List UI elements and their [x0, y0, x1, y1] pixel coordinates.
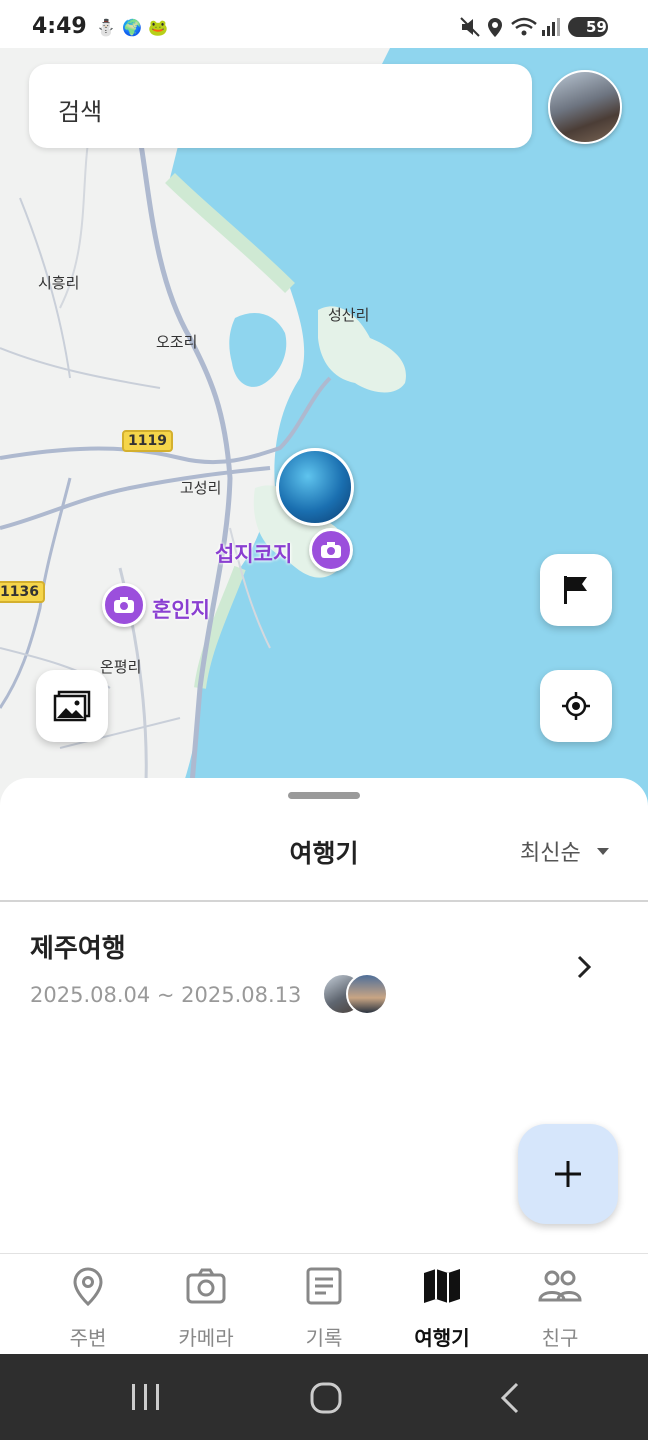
map-label-sihungni: 시흥리 [38, 274, 80, 292]
nav-item-label: 주변 [69, 1326, 107, 1350]
map-label-ojori: 오조리 [156, 333, 198, 351]
nav-item-label: 카메라 [178, 1326, 234, 1350]
flag-icon [564, 576, 587, 604]
bottom-nav: 주변 카메라 기록 여행기 친구 [0, 1253, 648, 1355]
gallery-button[interactable] [36, 670, 108, 742]
gallery-icon [53, 690, 91, 722]
camera-icon [186, 1268, 226, 1304]
poi-label-seopjikoji[interactable]: 섭지코지 [215, 538, 292, 568]
map-label-goseongri: 고성리 [180, 479, 222, 497]
app-notification-icon: 🐸 [148, 18, 168, 37]
trip-dates: 2025.08.04 ~ 2025.08.13 [30, 983, 302, 1007]
notification-icon: ⛄ [96, 18, 116, 37]
nav-item-camera[interactable]: 카메라 [147, 1254, 265, 1354]
list-item[interactable]: 제주여행 2025.08.04 ~ 2025.08.13 [0, 902, 648, 1032]
nav-item-travelogue[interactable]: 여행기 [383, 1254, 501, 1354]
status-time: 4:49 [32, 14, 87, 39]
poi-label-honinji[interactable]: 혼인지 [152, 594, 210, 624]
search-input[interactable]: 검색 [29, 64, 532, 148]
status-bar: 4:49 ⛄ 🌍 🐸 59 [0, 0, 648, 48]
nav-item-nearby[interactable]: 주변 [29, 1254, 147, 1354]
map-view[interactable]: 시흥리 오조리 성산리 고성리 온평리 1119 1136 섭지코지 혼인지 [0, 48, 648, 808]
nav-item-label: 여행기 [414, 1326, 470, 1350]
caret-down-icon[interactable] [597, 848, 609, 855]
trip-thumbnail [346, 973, 388, 1015]
nav-item-records[interactable]: 기록 [265, 1254, 383, 1354]
camera-poi-pin-icon[interactable] [102, 583, 146, 627]
document-icon [306, 1267, 342, 1305]
nav-item-label: 친구 [541, 1326, 579, 1350]
map-label-onpyeongri: 온평리 [100, 658, 142, 676]
crosshair-icon [562, 692, 590, 720]
nav-item-friends[interactable]: 친구 [501, 1254, 619, 1354]
map-label-seongsanri: 성산리 [328, 306, 370, 324]
search-placeholder: 검색 [58, 98, 103, 126]
map-icon [424, 1269, 460, 1303]
back-icon[interactable] [498, 1382, 522, 1414]
photo-marker[interactable] [276, 448, 354, 526]
chevron-right-icon [577, 955, 592, 979]
add-trip-button[interactable] [518, 1124, 618, 1224]
my-location-button[interactable] [540, 670, 612, 742]
trip-name: 제주여행 [30, 934, 126, 964]
globe-icon: 🌍 [122, 18, 142, 37]
location-pin-icon [73, 1267, 103, 1306]
road-badge-1136: 1136 [0, 581, 45, 603]
flag-button[interactable] [540, 554, 612, 626]
avatar[interactable] [548, 70, 622, 144]
sheet-drag-handle[interactable] [288, 792, 360, 799]
camera-poi-pin-icon[interactable] [309, 528, 353, 572]
battery-level: 59 [586, 18, 607, 36]
road-badge-1119: 1119 [122, 430, 173, 452]
friends-icon [538, 1270, 582, 1302]
plus-icon [555, 1161, 581, 1187]
sort-dropdown[interactable]: 최신순 [520, 835, 581, 867]
recent-apps-icon[interactable] [130, 1384, 162, 1412]
system-nav-bar [0, 1354, 648, 1440]
home-icon[interactable] [310, 1382, 342, 1414]
nav-item-label: 기록 [305, 1326, 343, 1350]
